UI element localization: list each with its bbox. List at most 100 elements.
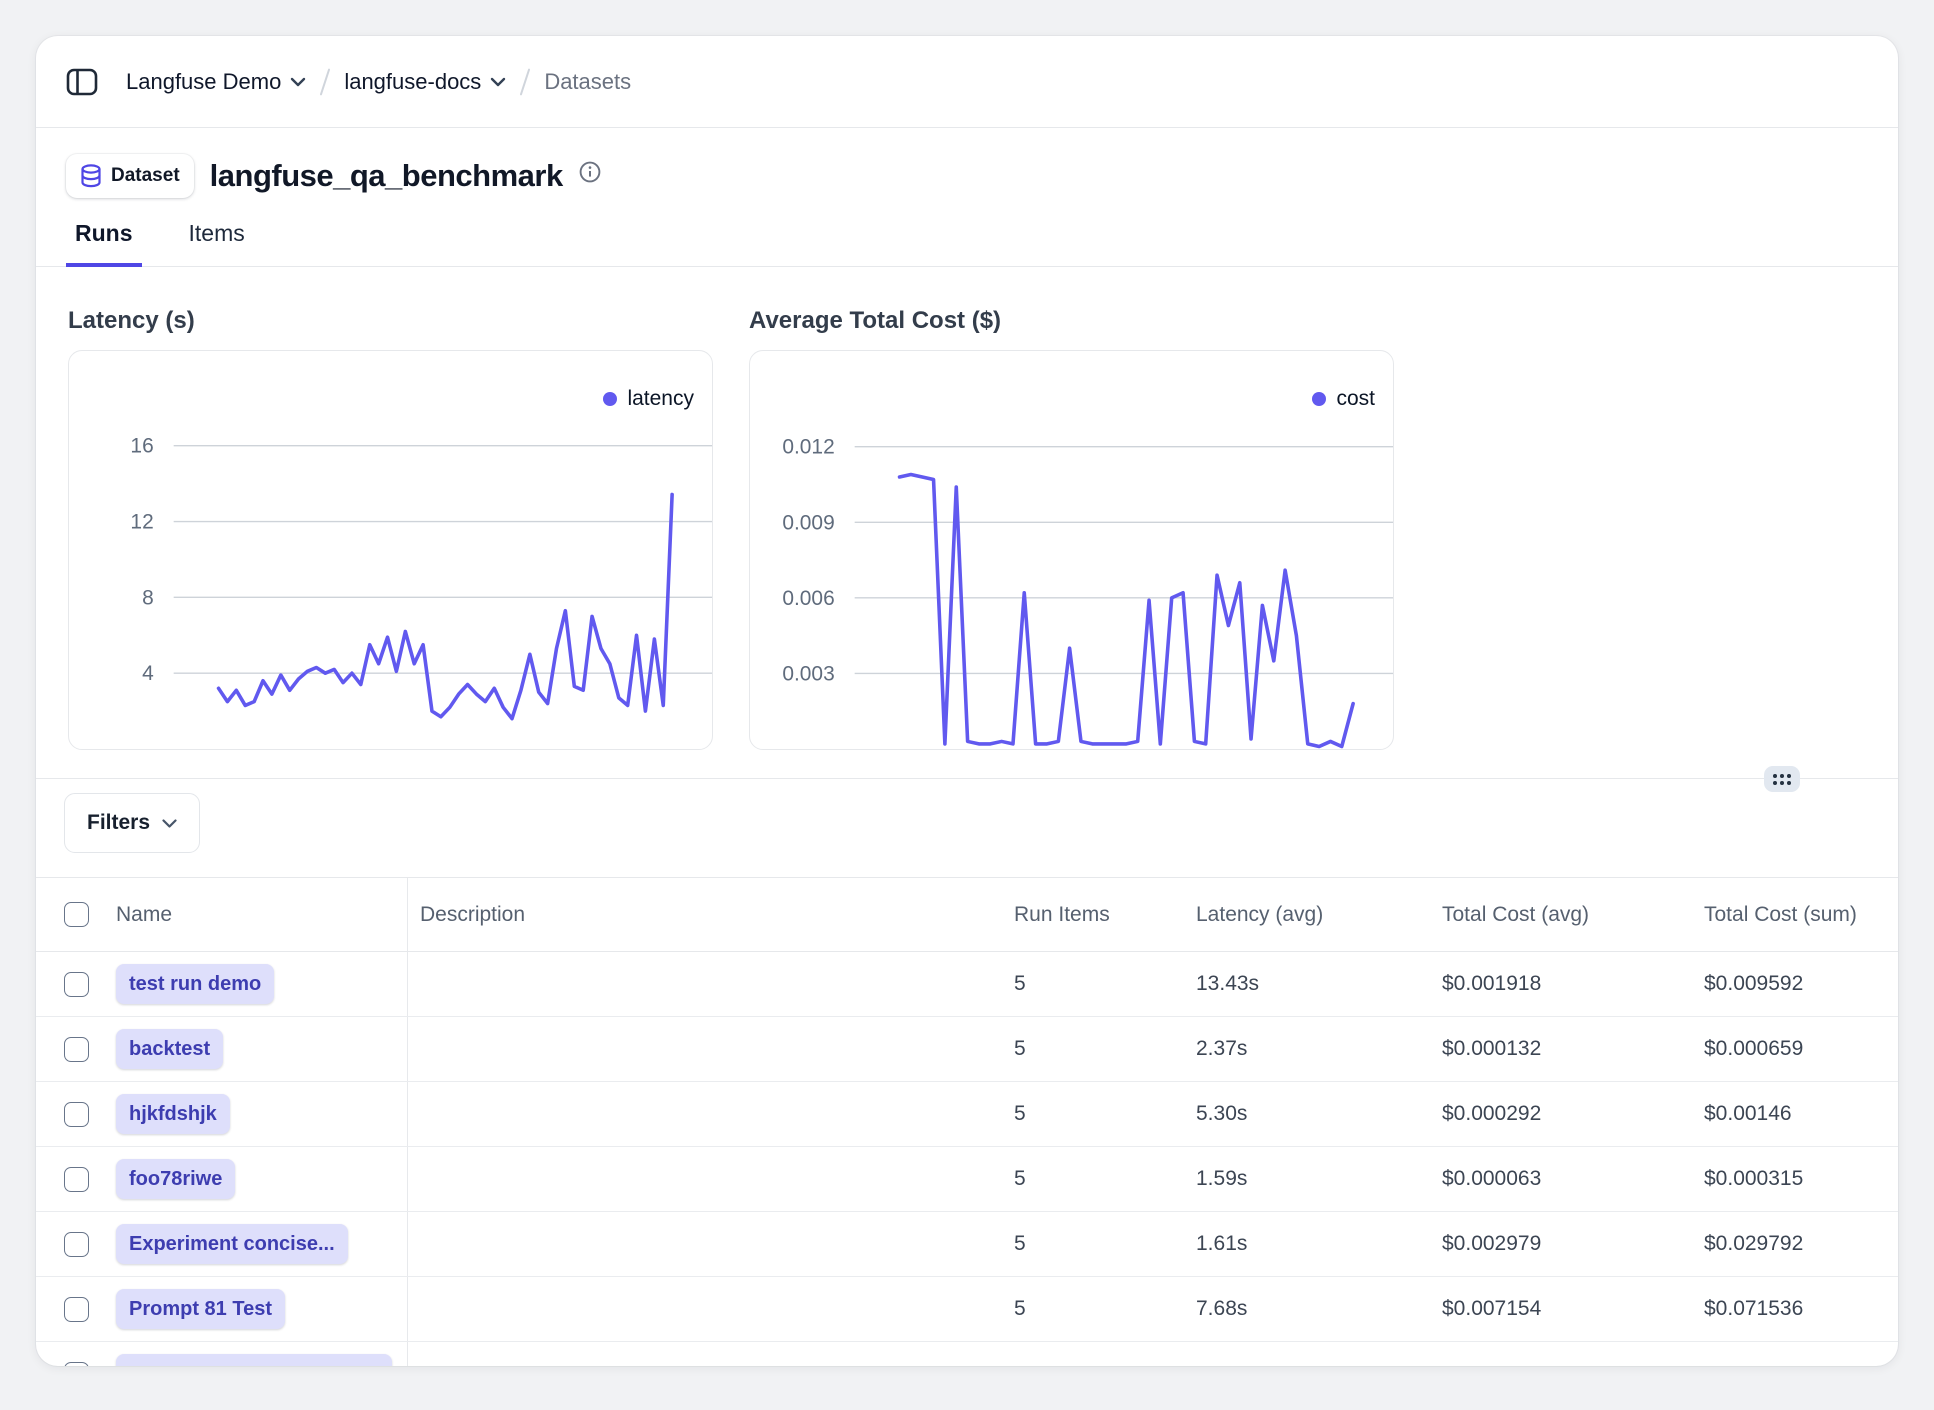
filters-button-label: Filters (87, 811, 150, 835)
total-cost-avg-cell: $0.002979 (1442, 1232, 1704, 1256)
header-cell-description: Description (408, 878, 1014, 951)
cost-line (900, 474, 1354, 746)
table-row: foo78riwe 5 1.59s $0.000063 $0.000315 (36, 1147, 1898, 1212)
sidebar-toggle-button[interactable] (66, 67, 98, 97)
description-cell (408, 1017, 1014, 1081)
row-checkbox[interactable] (64, 1232, 89, 1257)
cost-chart: cost 0.003 0.006 0.009 0.012 (749, 350, 1394, 750)
breadcrumb-org-selector[interactable]: Langfuse Demo (126, 69, 306, 95)
latency-line (219, 494, 673, 718)
total-cost-avg-cell: $0.007154 (1442, 1297, 1704, 1321)
y-tick-label: 0.003 (782, 662, 834, 685)
row-checkbox[interactable] (64, 1362, 89, 1367)
run-items-cell: 5 (1014, 1102, 1196, 1126)
run-name-badge[interactable]: Experiment concise... (116, 1224, 348, 1264)
run-items-cell: 5 (1014, 972, 1196, 996)
page-header: Dataset langfuse_qa_benchmark (36, 128, 1898, 198)
total-cost-avg-cell: $0.000063 (1442, 1167, 1704, 1191)
run-items-cell: 5 (1014, 1232, 1196, 1256)
chevron-down-icon (490, 77, 506, 87)
total-cost-avg-cell: $0.000292 (1442, 1102, 1704, 1126)
latency-chart-group: Latency (s) latency 481216 (68, 307, 713, 750)
y-tick-label: 0.009 (782, 511, 834, 534)
breadcrumb-org-label: Langfuse Demo (126, 69, 281, 95)
row-checkbox[interactable] (64, 1037, 89, 1062)
legend-label: cost (1336, 387, 1375, 411)
total-cost-sum-cell: $0.000659 (1704, 1037, 1898, 1061)
legend-label: latency (627, 387, 694, 411)
app-window: Langfuse Demo langfuse-docs Datasets Dat… (36, 36, 1898, 1366)
run-items-cell: 5 (1014, 1037, 1196, 1061)
cost-chart-group: Average Total Cost ($) cost 0.0030.0060.… (749, 307, 1394, 750)
total-cost-sum-cell: $0.00146 (1704, 1102, 1898, 1126)
run-name-badge[interactable] (116, 1354, 392, 1366)
column-header-run-items: Run Items (1014, 903, 1196, 927)
description-cell (408, 952, 1014, 1016)
run-name-badge[interactable]: backtest (116, 1029, 223, 1069)
breadcrumb-project-label: langfuse-docs (344, 69, 481, 95)
table-row-partial (36, 1342, 1898, 1366)
row-checkbox[interactable] (64, 1102, 89, 1127)
charts-section: Latency (s) latency 481216 Average Total… (36, 267, 1898, 750)
row-checkbox[interactable] (64, 1297, 89, 1322)
latency-chart: latency 481216 (68, 350, 713, 750)
info-icon[interactable] (579, 161, 601, 183)
run-name-badge[interactable]: hjkfdshjk (116, 1094, 230, 1134)
table-row: Prompt 81 Test 5 7.68s $0.007154 $0.0715… (36, 1277, 1898, 1342)
tab-items[interactable]: Items (180, 220, 254, 267)
total-cost-avg-cell: $0.001918 (1442, 972, 1704, 996)
run-name-badge[interactable]: test run demo (116, 964, 274, 1004)
cost-chart-legend: cost (1312, 387, 1375, 411)
topbar: Langfuse Demo langfuse-docs Datasets (36, 36, 1898, 128)
run-name-badge[interactable]: Prompt 81 Test (116, 1289, 285, 1329)
breadcrumb-separator (320, 68, 331, 95)
table-row: backtest 5 2.37s $0.000132 $0.000659 (36, 1017, 1898, 1082)
breadcrumb-separator (520, 68, 531, 95)
run-items-cell: 5 (1014, 1297, 1196, 1321)
tabs: Runs Items (36, 220, 1898, 267)
description-cell (408, 1277, 1014, 1341)
run-name-badge[interactable]: foo78riwe (116, 1159, 235, 1199)
total-cost-sum-cell: $0.000315 (1704, 1167, 1898, 1191)
y-tick-label: 4 (142, 662, 154, 685)
dataset-type-badge: Dataset (66, 154, 194, 198)
y-tick-label: 16 (130, 435, 153, 458)
latency-chart-title: Latency (s) (68, 307, 713, 335)
row-checkbox[interactable] (64, 972, 89, 997)
column-header-total-cost-avg: Total Cost (avg) (1442, 903, 1704, 927)
breadcrumb-datasets-link[interactable]: Datasets (544, 69, 631, 95)
total-cost-sum-cell: $0.029792 (1704, 1232, 1898, 1256)
dataset-badge-label: Dataset (111, 165, 180, 187)
tab-runs[interactable]: Runs (66, 220, 142, 267)
latency-avg-cell: 13.43s (1196, 972, 1442, 996)
latency-avg-cell: 1.59s (1196, 1167, 1442, 1191)
breadcrumb-project-selector[interactable]: langfuse-docs (344, 69, 506, 95)
cost-chart-title: Average Total Cost ($) (749, 307, 1394, 335)
select-all-checkbox[interactable] (64, 902, 89, 927)
table-row: test run demo 5 13.43s $0.001918 $0.0095… (36, 952, 1898, 1017)
runs-table: Name Description Run Items Latency (avg)… (36, 877, 1898, 1366)
cost-chart-svg: 0.003 0.006 0.009 0.012 (750, 351, 1393, 749)
breadcrumb: Langfuse Demo langfuse-docs Datasets (126, 68, 631, 96)
y-tick-label: 0.012 (782, 436, 834, 459)
latency-avg-cell: 5.30s (1196, 1102, 1442, 1126)
latency-avg-cell: 2.37s (1196, 1037, 1442, 1061)
latency-avg-cell: 7.68s (1196, 1297, 1442, 1321)
column-header-latency-avg: Latency (avg) (1196, 903, 1442, 927)
table-row: hjkfdshjk 5 5.30s $0.000292 $0.00146 (36, 1082, 1898, 1147)
total-cost-avg-cell: $0.000132 (1442, 1037, 1704, 1061)
run-items-cell: 5 (1014, 1167, 1196, 1191)
latency-avg-cell: 1.61s (1196, 1232, 1442, 1256)
description-cell (408, 1147, 1014, 1211)
y-tick-label: 12 (130, 511, 153, 534)
section-divider (36, 778, 1898, 779)
table-header-row: Name Description Run Items Latency (avg)… (36, 878, 1898, 952)
column-header-description: Description (420, 903, 525, 927)
y-tick-label: 0.006 (782, 587, 834, 610)
legend-dot (1312, 392, 1326, 406)
row-checkbox[interactable] (64, 1167, 89, 1192)
filters-button[interactable]: Filters (64, 793, 200, 853)
total-cost-sum-cell: $0.009592 (1704, 972, 1898, 996)
resize-handle[interactable] (1764, 766, 1800, 792)
legend-dot (603, 392, 617, 406)
